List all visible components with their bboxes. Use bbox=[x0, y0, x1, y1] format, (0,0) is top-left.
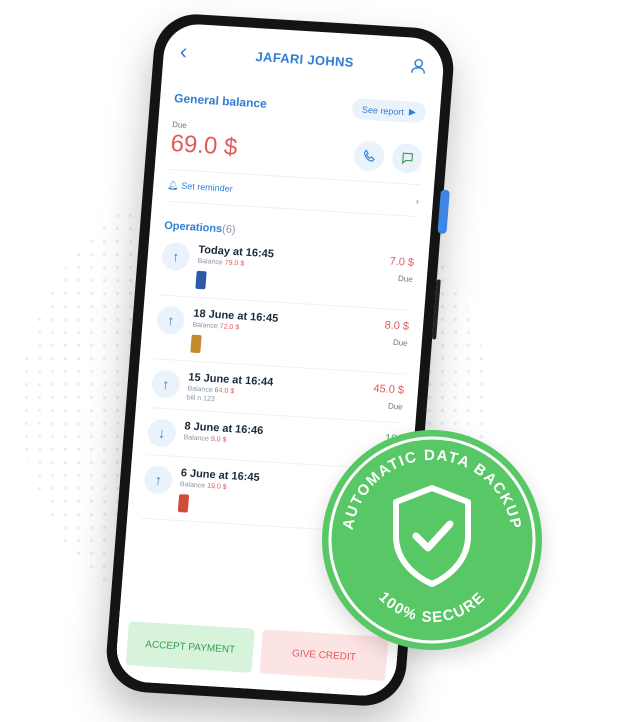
chat-icon bbox=[401, 152, 414, 165]
operations-count: (6) bbox=[221, 223, 237, 237]
accept-payment-button[interactable]: ACCEPT PAYMENT bbox=[125, 621, 255, 673]
product-thumbnail bbox=[195, 270, 207, 290]
user-icon[interactable] bbox=[409, 56, 428, 75]
phone-icon bbox=[364, 149, 375, 162]
svg-text:100% SECURE: 100% SECURE bbox=[375, 589, 489, 627]
bell-icon: 🔔︎ bbox=[167, 179, 180, 191]
backup-badge-graphic: AUTOMATIC DATA BACKUP 100% SECURE bbox=[328, 436, 536, 644]
product-thumbnail bbox=[190, 334, 202, 354]
arrow-up-icon: ↑ bbox=[155, 305, 186, 336]
back-chevron-icon[interactable]: ‹ bbox=[179, 38, 201, 65]
balance-amount: 69.0 $ bbox=[169, 129, 239, 161]
customer-name: JAFARI JOHNS bbox=[255, 48, 355, 70]
arrow-up-icon: ↑ bbox=[143, 464, 174, 495]
operation-amount: 45.0 $ bbox=[372, 382, 405, 397]
message-button[interactable] bbox=[391, 142, 424, 175]
chevron-right-icon: › bbox=[415, 195, 420, 206]
badge-bottom-text: 100% SECURE bbox=[375, 589, 487, 627]
product-thumbnail bbox=[177, 494, 190, 513]
side-button bbox=[437, 189, 450, 234]
see-report-button[interactable]: See report ▶ bbox=[351, 97, 427, 124]
arrow-up-icon: ↑ bbox=[160, 241, 191, 272]
backup-badge: AUTOMATIC DATA BACKUP 100% SECURE bbox=[322, 430, 542, 650]
see-report-label: See report bbox=[361, 104, 405, 117]
call-button[interactable] bbox=[353, 140, 386, 172]
operation-amount: 8.0 $ bbox=[384, 319, 410, 333]
arrow-down-icon: ↓ bbox=[146, 418, 177, 448]
general-balance-title: General balance bbox=[173, 90, 268, 111]
operation-amount: 7.0 $ bbox=[389, 255, 415, 269]
top-bar: ‹ JAFARI JOHNS bbox=[162, 22, 446, 95]
arrow-up-icon: ↑ bbox=[150, 369, 181, 399]
set-reminder-label: Set reminder bbox=[180, 180, 234, 194]
play-icon: ▶ bbox=[408, 106, 417, 117]
operation-status: Due bbox=[397, 274, 414, 284]
operation-status: Due bbox=[387, 401, 404, 412]
operation-status: Due bbox=[392, 337, 409, 348]
shield-check-icon bbox=[393, 485, 471, 587]
